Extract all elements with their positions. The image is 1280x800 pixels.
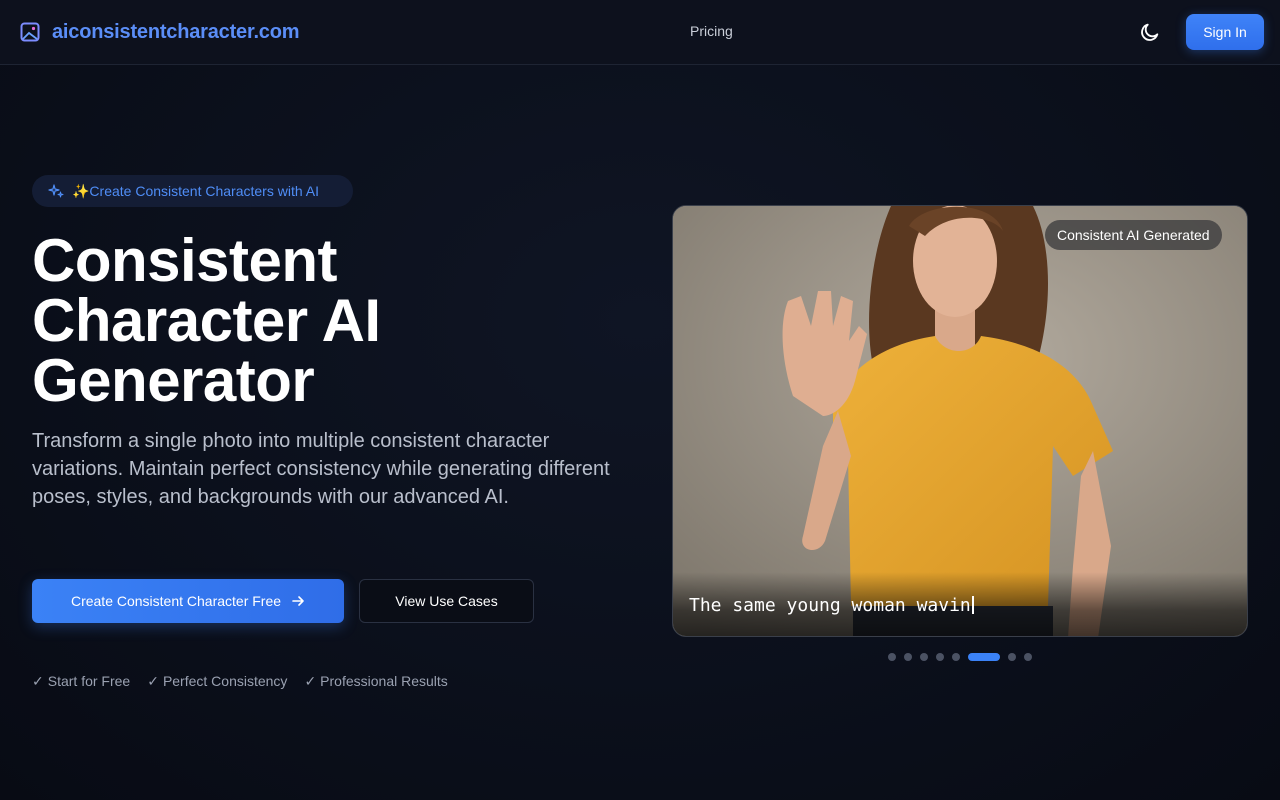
carousel-dot[interactable] [968, 653, 1000, 661]
carousel-dot[interactable] [888, 653, 896, 661]
hero-title-line: Generator [32, 347, 315, 414]
theme-toggle-button[interactable] [1138, 20, 1162, 44]
feature-label: Professional Results [320, 673, 448, 689]
view-use-cases-button[interactable]: View Use Cases [359, 579, 534, 623]
hero-title-line: Character AI [32, 287, 381, 354]
typing-caption: The same young woman wavin [689, 595, 974, 616]
create-character-label: Create Consistent Character Free [70, 593, 282, 609]
hero-description: Transform a single photo into multiple c… [32, 430, 610, 508]
carousel-dot[interactable] [1008, 653, 1016, 661]
feature-label: Perfect Consistency [162, 673, 288, 689]
tagline-text: ✨Create Consistent Characters with AI [72, 182, 319, 199]
feature-item: ✓ Professional Results [304, 672, 447, 690]
carousel-dots [888, 653, 1032, 661]
arrow-right-icon [292, 596, 304, 606]
sign-in-button[interactable]: Sign In [1186, 14, 1264, 50]
text-cursor-icon [971, 596, 974, 614]
feature-label: Start for Free [47, 673, 131, 689]
check-icon: ✓ [304, 672, 317, 689]
logo-icon [20, 22, 40, 42]
feature-item: ✓ Start for Free [32, 672, 130, 690]
hero-title: Consistent Character AI Generator [32, 231, 592, 411]
showcase-image-card: Consistent AI Generated The same young w… [672, 205, 1248, 637]
caption-text: The same young woman wavin [689, 595, 971, 616]
check-icon: ✓ [32, 672, 44, 689]
carousel-dot[interactable] [952, 653, 960, 661]
sparkles-icon [48, 184, 64, 198]
check-icon: ✓ [147, 672, 159, 689]
carousel-dot[interactable] [920, 653, 928, 661]
feature-list: ✓ Start for Free ✓ Perfect Consistency ✓… [32, 672, 448, 690]
nav-link-pricing[interactable]: Pricing [690, 23, 733, 39]
carousel-dot[interactable] [936, 653, 944, 661]
top-navbar: aiconsistentcharacter.com Pricing Sign I… [0, 0, 1280, 65]
brand-link[interactable]: aiconsistentcharacter.com [20, 20, 300, 44]
ai-generated-badge: Consistent AI Generated [1045, 220, 1222, 250]
carousel-dot[interactable] [1024, 653, 1032, 661]
moon-icon [1141, 23, 1159, 41]
hero-title-line: Consistent [32, 227, 338, 294]
carousel-dot[interactable] [904, 653, 912, 661]
feature-item: ✓ Perfect Consistency [147, 672, 287, 690]
create-character-button[interactable]: Create Consistent Character Free [32, 579, 344, 623]
hero-tagline-badge: ✨Create Consistent Characters with AI [32, 175, 353, 207]
brand-name: aiconsistentcharacter.com [52, 20, 300, 43]
